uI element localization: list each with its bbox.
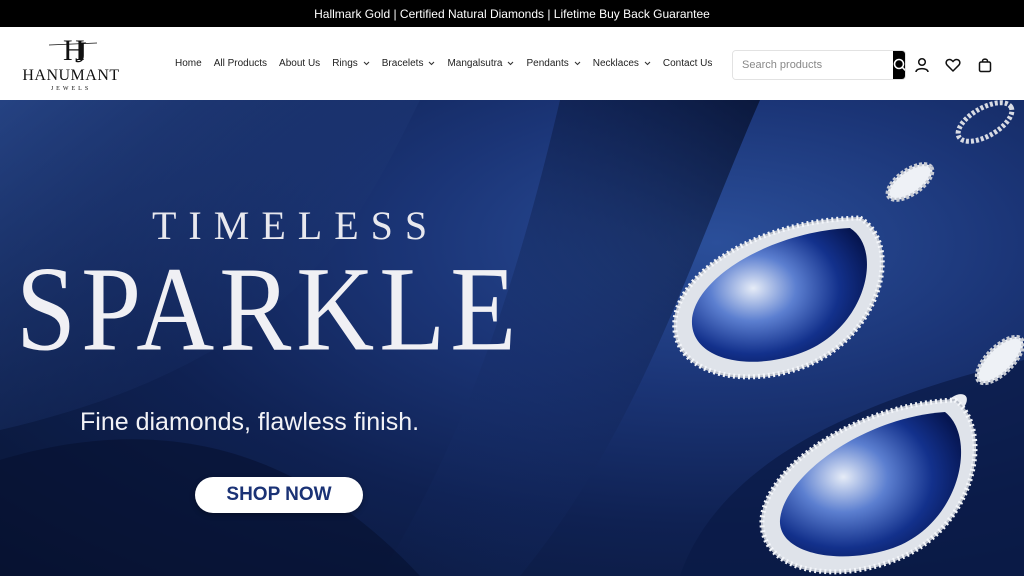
announcement-text: Hallmark Gold | Certified Natural Diamon… (314, 6, 710, 21)
brand-name: HANUMANT (22, 67, 120, 84)
svg-text:J: J (75, 36, 87, 65)
chevron-down-icon (429, 61, 435, 66)
hero-title-sparkle: SPARKLE (16, 243, 522, 377)
brand-logo[interactable]: H J HANUMANT JEWELS (18, 31, 124, 97)
nav-item-label: Bracelets (381, 58, 424, 69)
search-bar (732, 50, 906, 80)
cart-button[interactable] (975, 55, 995, 75)
chevron-down-icon (508, 61, 514, 66)
nav-item-pendants[interactable]: Pendants (526, 58, 581, 69)
nav-item-label: All Products (213, 58, 268, 69)
bag-icon (978, 58, 992, 73)
chevron-down-icon (363, 61, 370, 66)
nav-item-label: Pendants (526, 58, 569, 69)
search-icon (893, 58, 905, 72)
monogram-logo: H J (48, 34, 98, 65)
chevron-down-icon (574, 61, 581, 66)
user-icon (915, 57, 929, 73)
main-nav: Home All Products About Us Rings Bracelets Ma… (175, 27, 724, 100)
hero-title-timeless: TIMELESS (152, 203, 440, 248)
nav-item-label: Necklaces (592, 58, 639, 69)
account-button[interactable] (912, 55, 932, 75)
search-button[interactable] (893, 51, 905, 79)
nav-item-contact-us[interactable]: Contact Us (663, 58, 712, 69)
hero-subtitle: Fine diamonds, flawless finish. (80, 408, 420, 436)
heart-icon (945, 58, 961, 72)
site-header: H J HANUMANT JEWELS Home All Products Abou… (0, 27, 1024, 100)
nav-item-mangalsutra[interactable]: Mangalsutra (447, 58, 514, 69)
nav-item-label: Contact Us (662, 58, 713, 69)
announcement-bar: Hallmark Gold | Certified Natural Diamon… (0, 0, 1024, 27)
nav-item-rings[interactable]: Rings (332, 58, 370, 69)
hero-banner: TIMELESS SPARKLE Fine diamonds, flawless… (0, 100, 1024, 576)
search-input[interactable] (733, 51, 893, 79)
chevron-down-icon (644, 61, 651, 66)
nav-item-about-us[interactable]: About Us (279, 58, 320, 69)
nav-item-label: About Us (279, 58, 321, 69)
nav-item-all-products[interactable]: All Products (214, 58, 267, 69)
brand-sub: JEWELS (50, 86, 92, 92)
wishlist-button[interactable] (943, 55, 963, 75)
nav-item-label: Mangalsutra (447, 58, 503, 69)
nav-item-home[interactable]: Home (175, 58, 202, 69)
nav-item-label: Rings (332, 58, 358, 69)
nav-item-necklaces[interactable]: Necklaces (593, 58, 651, 69)
shop-now-button[interactable]: SHOP NOW (195, 477, 363, 513)
nav-item-label: Home (175, 58, 202, 69)
nav-item-bracelets[interactable]: Bracelets (382, 58, 436, 69)
